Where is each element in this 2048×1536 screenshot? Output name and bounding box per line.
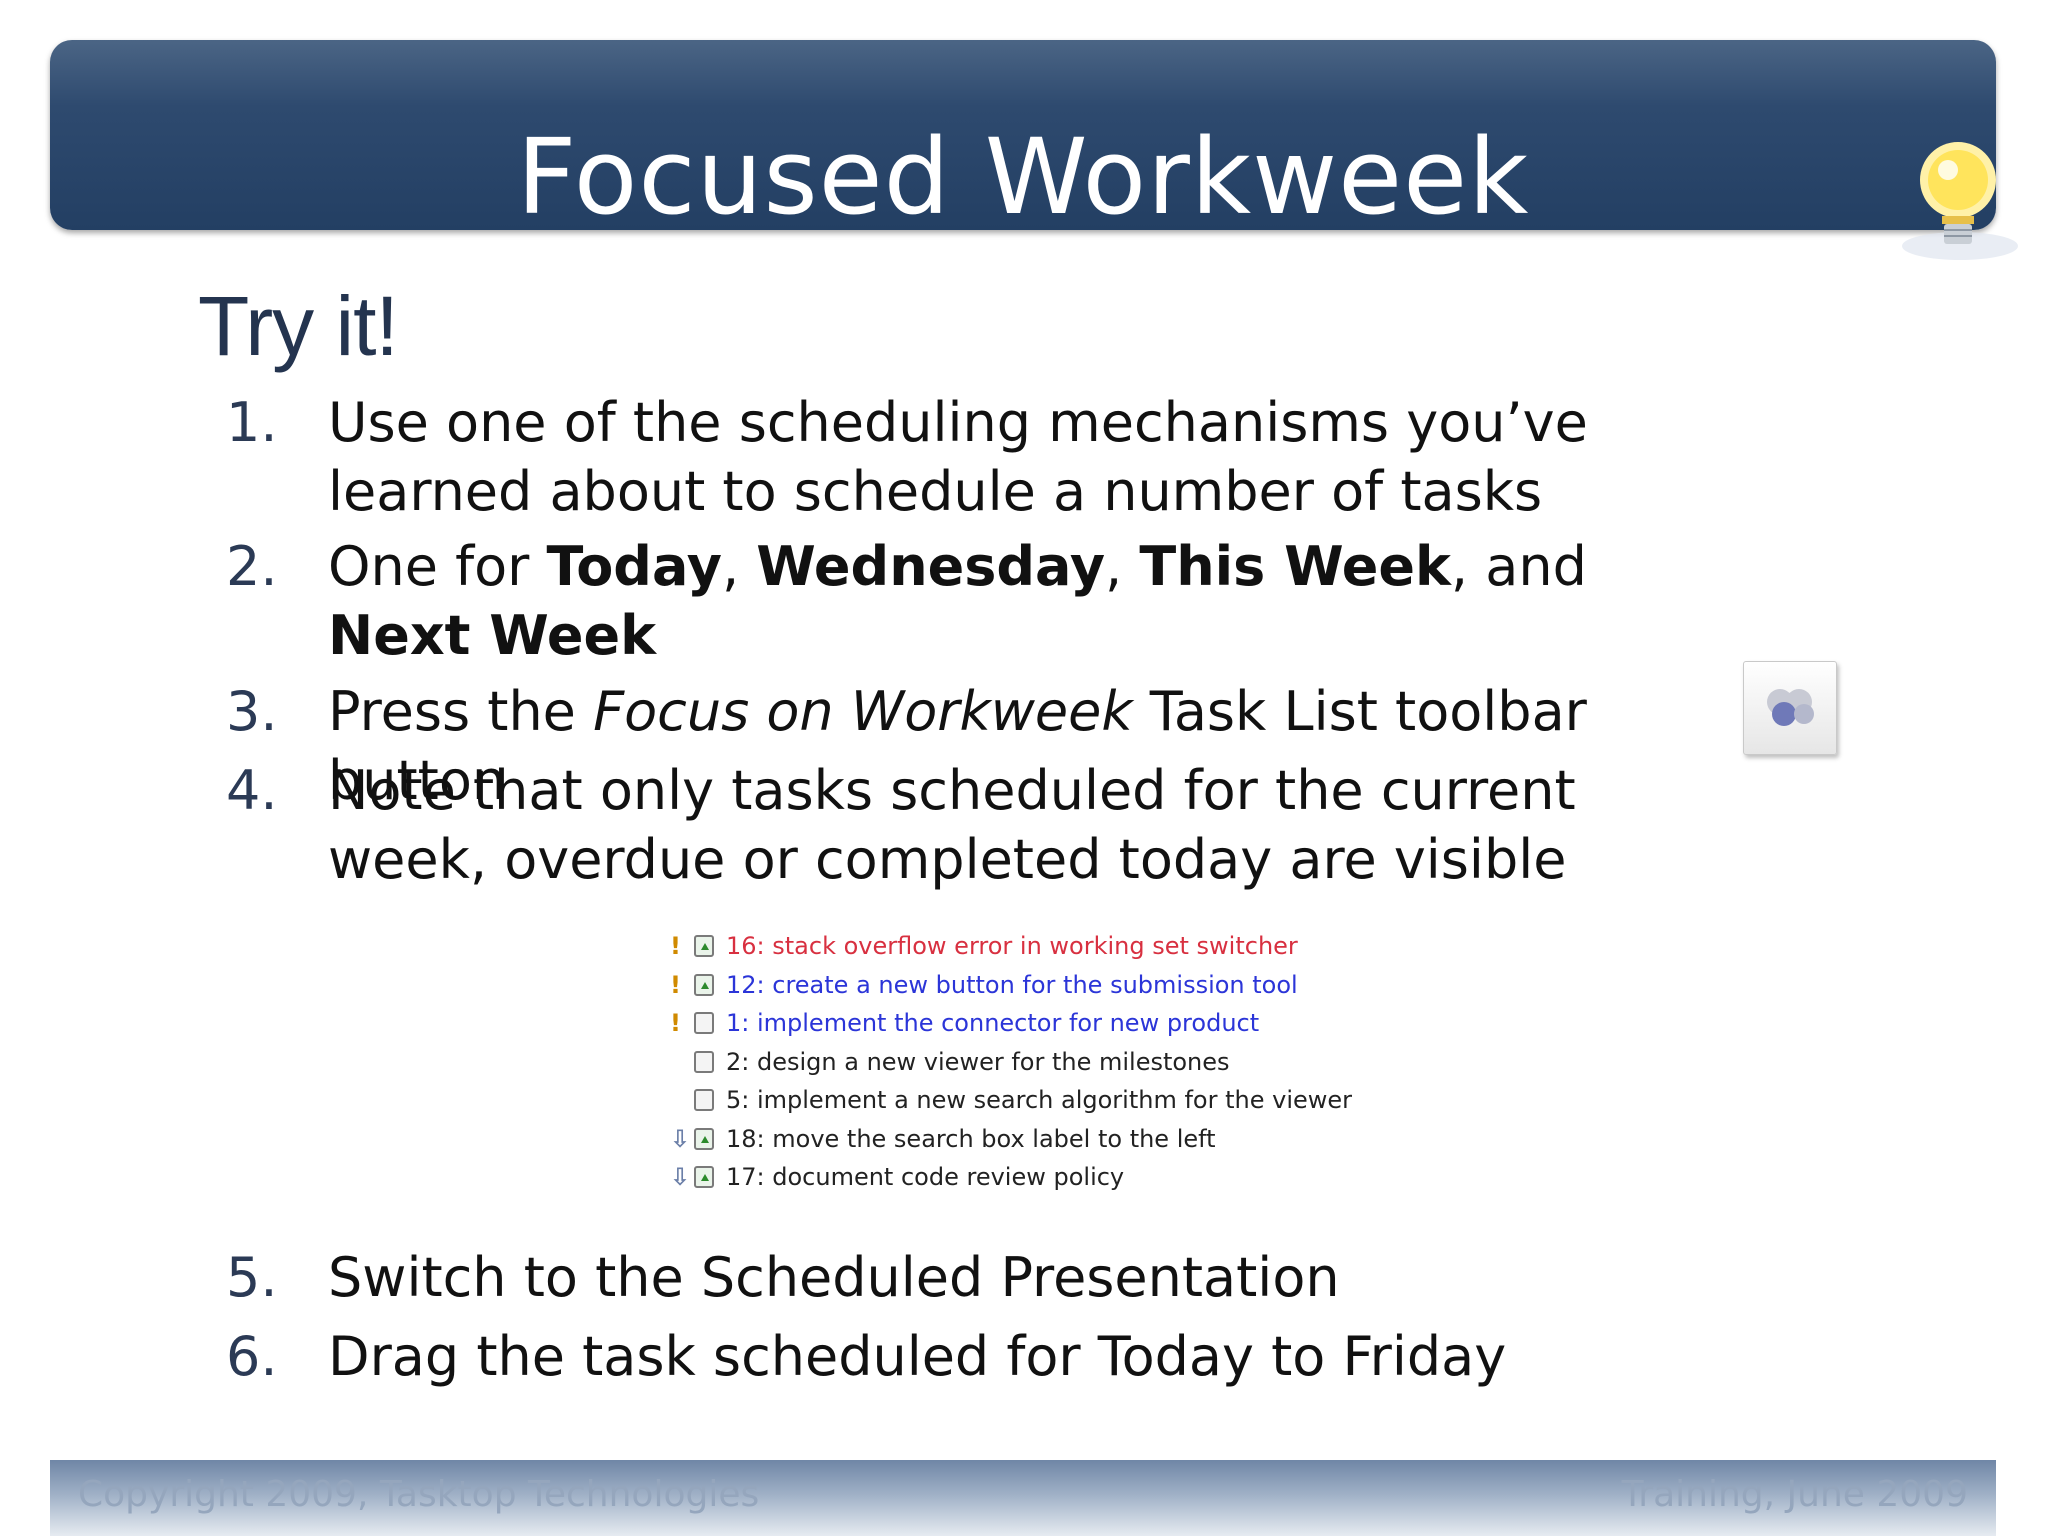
subtitle: Try it! bbox=[198, 279, 399, 373]
task-label: 18: move the search box label to the lef… bbox=[726, 1124, 1216, 1153]
slide-title: Focused Workweek bbox=[516, 116, 1530, 238]
step-text: Use one of the scheduling mechanisms you… bbox=[328, 391, 1588, 523]
priority-icon bbox=[670, 1043, 688, 1081]
step-number: 3. bbox=[226, 680, 278, 743]
task-icon bbox=[694, 935, 714, 957]
priority-icon: ⇩ bbox=[670, 1163, 691, 1191]
emphasis-wednesday: Wednesday bbox=[756, 535, 1106, 598]
title-banner: Focused Workweek bbox=[50, 40, 2018, 260]
emphasis-this-week: This Week bbox=[1139, 535, 1451, 598]
footer: Copyright 2009, Tasktop Technologies Tra… bbox=[50, 1460, 1996, 1536]
task-icon bbox=[694, 1089, 714, 1111]
priority-icon: ! bbox=[670, 970, 681, 999]
priority-icon: ! bbox=[670, 932, 681, 960]
footer-copyright: Copyright 2009, Tasktop Technologies bbox=[78, 1474, 760, 1515]
step-number: 6. bbox=[226, 1325, 278, 1388]
step-text: One for Today, Wednesday, This Week, and… bbox=[328, 535, 1587, 667]
step-number: 5. bbox=[226, 1246, 278, 1309]
task-label: 17: document code review policy bbox=[726, 1163, 1125, 1191]
priority-icon bbox=[670, 1081, 688, 1119]
priority-icon: ⇩ bbox=[670, 1124, 691, 1153]
focus-on-workweek-icon bbox=[1767, 689, 1814, 726]
task-label: 1: implement the connector for new produ… bbox=[726, 1009, 1260, 1037]
step-number: 4. bbox=[226, 759, 278, 822]
footer-date: Training, June 2009 bbox=[1621, 1474, 1968, 1515]
step-number: 2. bbox=[226, 535, 278, 598]
step-text: Note that only tasks scheduled for the c… bbox=[328, 759, 1576, 891]
task-icon bbox=[694, 973, 714, 996]
priority-icon: ! bbox=[670, 1009, 681, 1037]
task-label: 2: design a new viewer for the milestone… bbox=[726, 1047, 1230, 1076]
lightbulb-icon bbox=[1902, 142, 2018, 260]
emphasis-focus-on-workweek: Focus on Workweek bbox=[593, 680, 1133, 743]
step-number: 1. bbox=[226, 391, 278, 454]
task-label: 16: stack overflow error in working set … bbox=[726, 932, 1298, 960]
task-label: 5: implement a new search algorithm for … bbox=[726, 1086, 1353, 1114]
focus-on-workweek-button[interactable] bbox=[1743, 661, 1837, 755]
task-icon bbox=[694, 1127, 714, 1150]
step-text: Drag the task scheduled for Today to Fri… bbox=[328, 1325, 1507, 1388]
task-icon bbox=[694, 1050, 714, 1073]
task-list: ! 16: stack overflow error in working set… bbox=[270, 915, 1353, 1220]
step-text: Switch to the Scheduled Presentation bbox=[328, 1246, 1340, 1309]
emphasis-next-week: Next Week bbox=[328, 604, 657, 667]
task-label: 12: create a new button for the submissi… bbox=[726, 970, 1298, 999]
task-icon bbox=[694, 1012, 714, 1034]
emphasis-today: Today bbox=[546, 535, 722, 598]
task-icon bbox=[694, 1166, 714, 1188]
